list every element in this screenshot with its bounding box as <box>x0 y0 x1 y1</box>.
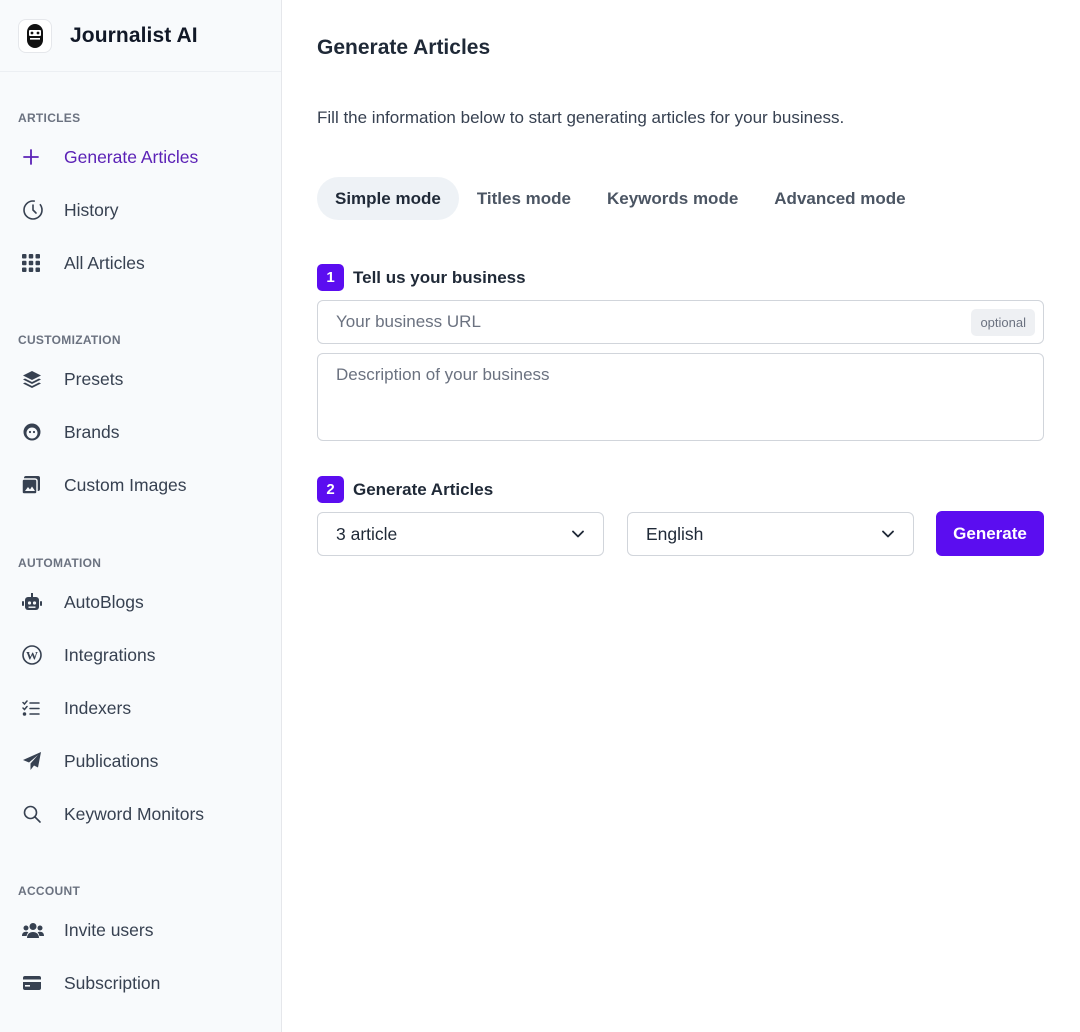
section-label-customization: CUSTOMIZATION <box>18 333 121 347</box>
sidebar-item-label: All Articles <box>64 252 145 273</box>
optional-badge: optional <box>971 309 1035 336</box>
language-value: English <box>646 523 704 544</box>
section-label-automation: AUTOMATION <box>18 556 102 570</box>
step-number-badge: 2 <box>317 476 344 503</box>
sidebar-item-label: Invite users <box>64 919 154 940</box>
plus-icon <box>22 146 50 168</box>
sidebar-item-label: Keyword Monitors <box>64 803 205 824</box>
sidebar-item-label: Subscription <box>64 972 161 993</box>
sidebar-item-label: Integrations <box>64 644 156 665</box>
main-content: Generate Articles Fill the information b… <box>282 0 1080 1032</box>
tab-advanced-mode[interactable]: Advanced mode <box>756 177 923 220</box>
business-description-field <box>317 353 1044 441</box>
tab-titles-mode[interactable]: Titles mode <box>459 177 589 220</box>
sidebar-item-label: Brands <box>64 421 120 442</box>
sidebar-item-indexers[interactable]: Indexers <box>22 690 131 726</box>
sidebar-item-brands[interactable]: Brands <box>22 414 119 450</box>
sidebar-item-all-articles[interactable]: All Articles <box>22 245 145 281</box>
chevron-down-icon <box>881 527 895 541</box>
step-number-badge: 1 <box>317 264 344 291</box>
journalist-logo-icon <box>18 18 52 53</box>
sidebar-item-label: Presets <box>64 368 124 389</box>
sidebar-item-invite-users[interactable]: Invite users <box>22 912 153 948</box>
search-icon <box>22 803 50 825</box>
sidebar-item-label: Indexers <box>64 697 132 718</box>
step-title: Generate Articles <box>353 479 494 499</box>
sidebar-item-label: History <box>64 199 119 220</box>
sidebar-item-autoblogs[interactable]: AutoBlogs <box>22 584 144 620</box>
sidebar-item-generate-articles[interactable]: Generate Articles <box>22 139 198 175</box>
sidebar-item-label: Generate Articles <box>64 146 199 167</box>
generate-button[interactable]: Generate <box>936 511 1044 556</box>
page-subtitle: Fill the information below to start gene… <box>317 108 845 127</box>
users-icon <box>22 919 50 941</box>
paper-plane-icon <box>22 750 50 772</box>
clock-icon <box>22 199 50 221</box>
business-url-field: optional <box>317 300 1044 344</box>
sidebar-item-presets[interactable]: Presets <box>22 361 123 397</box>
sidebar-item-subscription[interactable]: Subscription <box>22 965 160 1001</box>
sidebar-item-label: Publications <box>64 750 159 771</box>
sidebar-item-label: AutoBlogs <box>64 591 144 612</box>
wordpress-icon: W <box>22 644 50 666</box>
brand-header: Journalist AI <box>0 0 281 72</box>
business-url-input[interactable] <box>318 301 1043 343</box>
credit-card-icon <box>22 972 50 994</box>
step-1-header: 1 Tell us your business <box>317 264 526 291</box>
sidebar-item-custom-images[interactable]: Custom Images <box>22 467 187 503</box>
business-description-input[interactable] <box>318 354 1043 440</box>
sidebar-item-keyword-monitors[interactable]: Keyword Monitors <box>22 796 204 832</box>
step-2-header: 2 Generate Articles <box>317 476 493 503</box>
app-name: Journalist AI <box>70 23 198 47</box>
tab-simple-mode[interactable]: Simple mode <box>317 177 459 220</box>
image-icon <box>22 474 50 496</box>
mode-tabs: Simple mode Titles mode Keywords mode Ad… <box>317 177 924 220</box>
svg-text:W: W <box>26 649 38 663</box>
robot-icon <box>22 591 50 613</box>
checklist-icon <box>22 697 50 719</box>
page-title: Generate Articles <box>317 36 491 59</box>
sidebar-item-integrations[interactable]: W Integrations <box>22 637 155 673</box>
sidebar-item-publications[interactable]: Publications <box>22 743 158 779</box>
step-title: Tell us your business <box>353 267 526 287</box>
grid-icon <box>22 252 50 274</box>
article-count-select[interactable]: 3 article <box>317 512 604 556</box>
chevron-down-icon <box>571 527 585 541</box>
language-select[interactable]: English <box>627 512 914 556</box>
section-label-account: ACCOUNT <box>18 884 81 898</box>
section-label-articles: ARTICLES <box>18 111 81 125</box>
sidebar-item-label: Custom Images <box>64 474 187 495</box>
sidebar-item-history[interactable]: History <box>22 192 118 228</box>
sidebar: Journalist AI ARTICLES Generate Articles… <box>0 0 282 1032</box>
article-count-value: 3 article <box>336 523 398 544</box>
face-icon <box>22 421 50 443</box>
tab-keywords-mode[interactable]: Keywords mode <box>589 177 756 220</box>
layers-icon <box>22 368 50 390</box>
